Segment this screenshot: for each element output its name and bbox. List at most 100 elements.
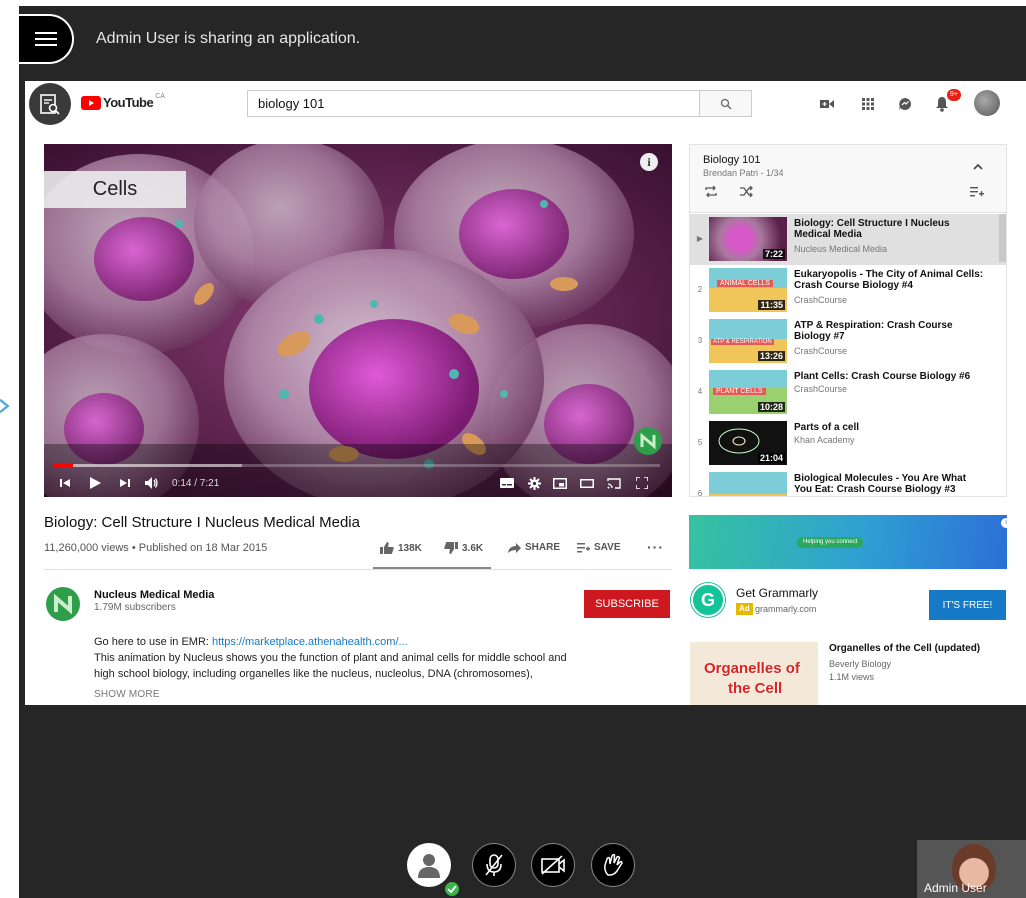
shared-application-view: YouTube CA biology 101 9+ Cells i 0:14 /…: [25, 81, 1026, 705]
notification-count-badge: 9+: [947, 89, 961, 101]
hamburger-icon: [34, 32, 57, 46]
ad-title[interactable]: Get Grammarly: [736, 586, 818, 600]
search-button[interactable]: [699, 90, 752, 117]
video-player[interactable]: Cells i 0:14 / 7:21: [44, 144, 672, 497]
fullscreen-icon[interactable]: [634, 474, 650, 492]
save-button[interactable]: SAVE: [577, 542, 621, 553]
channel-name[interactable]: Nucleus Medical Media: [94, 589, 214, 601]
description-line-2: This animation by Nucleus shows you the …: [94, 652, 567, 664]
recommended-thumbnail[interactable]: Organelles of the Cell: [690, 642, 818, 705]
miniplayer-icon[interactable]: [552, 474, 568, 492]
playlist-video-channel: CrashCourse: [794, 384, 848, 394]
upload-video-icon[interactable]: [818, 95, 836, 113]
video-stats: 11,260,000 views • Published on 18 Mar 2…: [44, 542, 268, 554]
ad-info-icon[interactable]: i: [1001, 518, 1011, 528]
video-duration: 7:22: [762, 249, 785, 259]
participant-name: Admin User: [924, 881, 987, 895]
playlist-item[interactable]: 3 ATP & RESPIRATION 13:26 ATP & Respirat…: [690, 316, 1006, 367]
raise-hand-icon: [604, 853, 623, 876]
time-display: 0:14 / 7:21: [172, 478, 220, 489]
raise-hand-button[interactable]: [591, 843, 635, 887]
session-menu-button[interactable]: [19, 14, 74, 64]
subtitles-icon[interactable]: [499, 474, 515, 492]
youtube-logo[interactable]: YouTube CA: [81, 93, 165, 110]
video-duration: 10:28: [757, 402, 785, 412]
previous-icon[interactable]: [58, 474, 72, 492]
playlist-header: Biology 101 Brendan Patri - 1/34: [690, 145, 1006, 213]
progress-bar[interactable]: [54, 464, 660, 467]
thumbnail-text: ATP & RESPIRATION: [711, 339, 774, 345]
subscriber-count: 1.79M subscribers: [94, 602, 176, 613]
playlist-item[interactable]: 6 Biological Molecules - You Are What Yo…: [690, 469, 1006, 497]
playlist-item-index: 4: [697, 387, 703, 396]
reader-view-button[interactable]: [29, 83, 71, 125]
playlist-scrollbar[interactable]: [999, 214, 1006, 262]
video-thumbnail: 21:04: [709, 421, 787, 465]
playlist-item-index: 6: [697, 489, 703, 497]
collaborate-window: Admin User is sharing an application. Yo…: [19, 6, 1026, 898]
playlist-subtitle: Brendan Patri - 1/34: [703, 168, 784, 178]
microphone-muted-icon: [485, 854, 503, 876]
video-overlay-label: Cells: [44, 171, 186, 208]
playlist-item[interactable]: ▶ 7:22 Biology: Cell Structure I Nucleus…: [690, 214, 1006, 265]
playlist-save-icon[interactable]: [970, 185, 984, 200]
playlist-video-channel: Nucleus Medical Media: [794, 244, 888, 254]
messages-icon[interactable]: [896, 95, 914, 113]
apps-grid-icon[interactable]: [859, 95, 877, 113]
self-video-tile[interactable]: Admin User: [917, 840, 1026, 898]
microphone-button[interactable]: [472, 843, 516, 887]
playlist-item-index: 3: [697, 336, 703, 345]
camera-button[interactable]: [531, 843, 575, 887]
channel-watermark[interactable]: [634, 427, 662, 455]
video-duration: 13:26: [757, 351, 785, 361]
account-avatar[interactable]: [974, 90, 1000, 116]
like-button[interactable]: 138K: [380, 542, 422, 554]
next-icon[interactable]: [118, 474, 132, 492]
thumbnail-text: ANIMAL CELLS: [717, 280, 773, 287]
video-thumbnail: PLANT CELLS 10:28: [709, 370, 787, 414]
show-more-button[interactable]: SHOW MORE: [94, 689, 160, 700]
settings-gear-icon[interactable]: [526, 474, 542, 492]
share-button[interactable]: SHARE: [508, 542, 560, 553]
playlist-title[interactable]: Biology 101: [703, 154, 761, 166]
emr-link[interactable]: https://marketplace.athenahealth.com/...: [212, 636, 408, 648]
collapse-chevron-icon[interactable]: [973, 159, 983, 173]
ad-domain: grammarly.com: [755, 604, 817, 614]
playlist-video-title: Plant Cells: Crash Course Biology #6: [794, 371, 971, 382]
playlist-item[interactable]: 5 21:04 Parts of a cell Khan Academy: [690, 418, 1006, 469]
nucleus-logo-icon: [640, 432, 656, 450]
ad-banner[interactable]: Helping you connect: [689, 515, 1007, 569]
thumbs-up-icon: [380, 542, 394, 554]
playlist-video-title: Biological Molecules - You Are What You …: [794, 473, 967, 495]
camera-off-icon: [541, 855, 565, 875]
buffered-bar: [54, 464, 242, 467]
ad-banner-text: Helping you connect: [797, 537, 864, 548]
ad-cta-button[interactable]: IT'S FREE!: [929, 590, 1006, 620]
info-icon[interactable]: i: [640, 153, 658, 171]
volume-icon[interactable]: [144, 474, 160, 492]
cast-icon[interactable]: [606, 474, 622, 492]
playlist-item-index: 5: [697, 438, 703, 447]
top-bar: Admin User is sharing an application.: [19, 6, 1026, 74]
dislike-count: 3.6K: [462, 542, 484, 554]
playlist-item[interactable]: 2 ANIMAL CELLS 11:35 Eukaryopolis - The …: [690, 265, 1006, 316]
channel-avatar[interactable]: [46, 587, 80, 621]
playlist-item-index: 2: [697, 285, 703, 294]
theater-mode-icon[interactable]: [579, 474, 595, 492]
loop-icon[interactable]: [704, 185, 718, 200]
available-status-icon: [443, 880, 461, 898]
recommended-title[interactable]: Organelles of the Cell (updated): [829, 643, 1009, 654]
youtube-play-icon: [81, 95, 101, 110]
status-profile-button[interactable]: [407, 843, 451, 887]
youtube-wordmark: YouTube: [103, 95, 154, 110]
dislike-button[interactable]: 3.6K: [444, 542, 483, 554]
playlist-item[interactable]: 4 PLANT CELLS 10:28 Plant Cells: Crash C…: [690, 367, 1006, 418]
play-icon[interactable]: [88, 474, 102, 492]
search-input[interactable]: [247, 90, 700, 117]
subscribe-button[interactable]: SUBSCRIBE: [584, 590, 670, 618]
video-duration: 11:35: [758, 300, 785, 310]
playlist-video-title: Eukaryopolis - The City of Animal Cells:…: [794, 269, 984, 291]
more-actions-icon[interactable]: ···: [647, 539, 664, 555]
shuffle-icon[interactable]: [740, 185, 753, 200]
playlist-items: ▶ 7:22 Biology: Cell Structure I Nucleus…: [690, 214, 1006, 497]
